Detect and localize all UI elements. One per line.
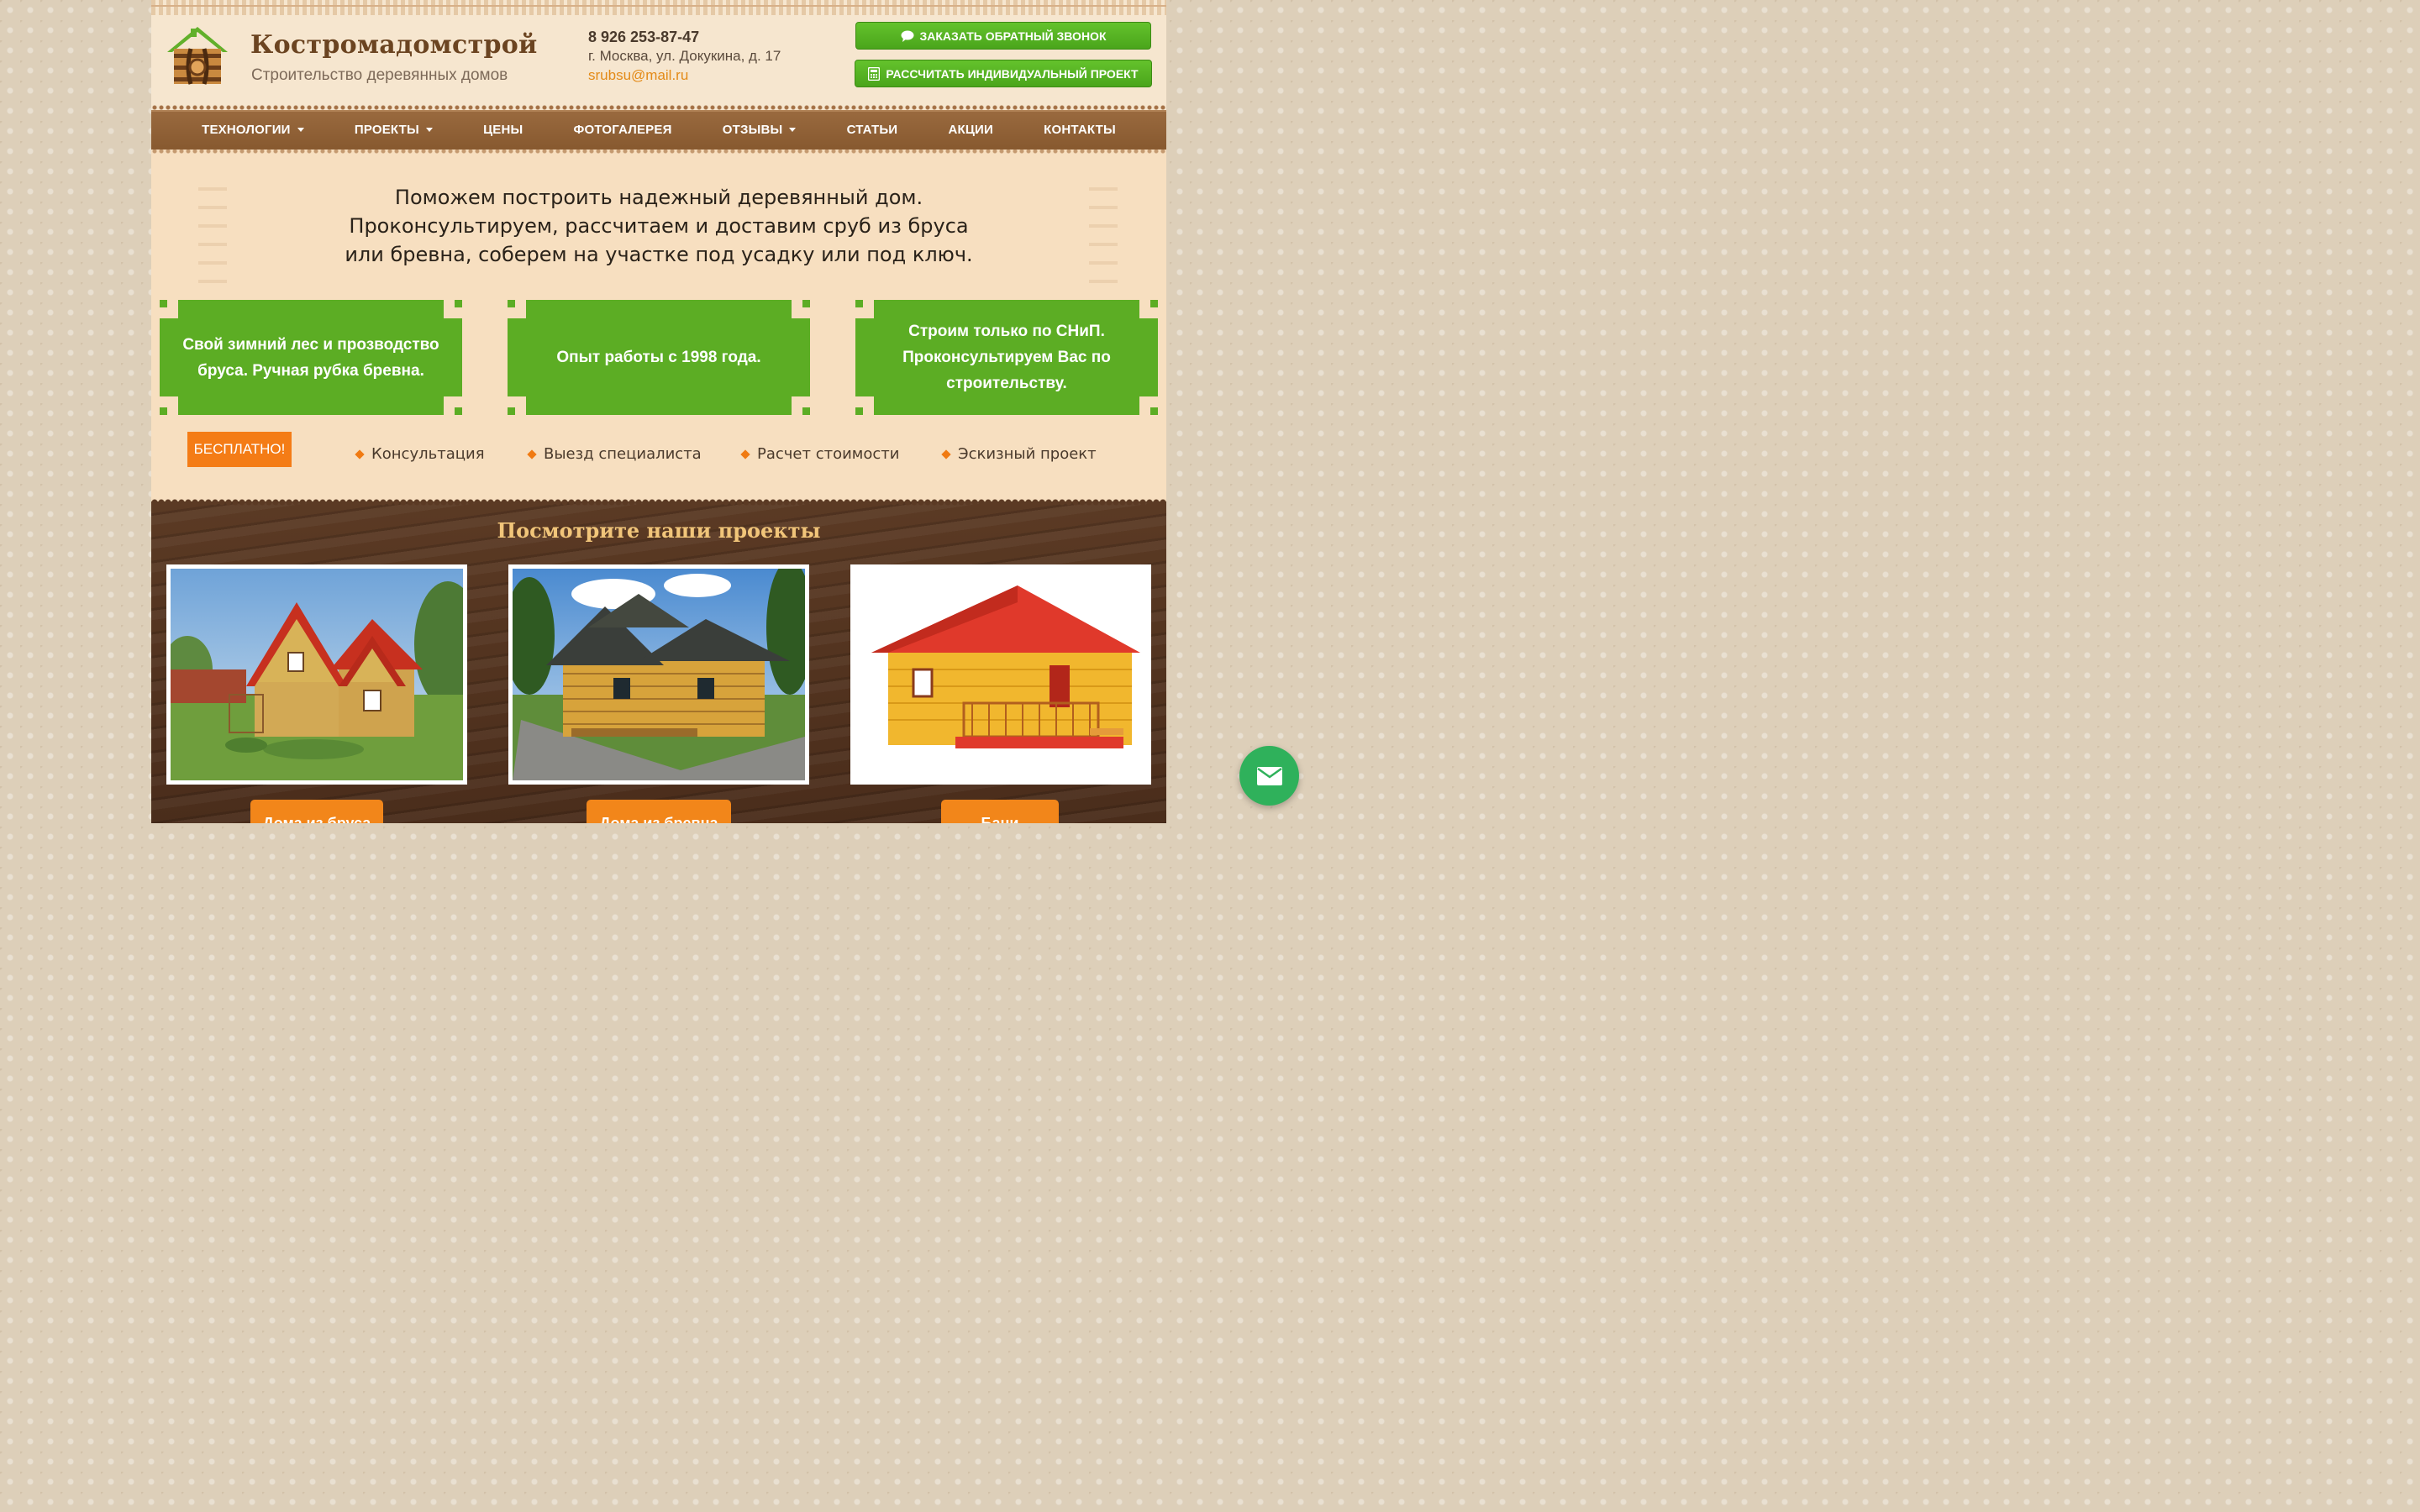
chevron-down-icon [789, 128, 797, 132]
site-container: Костромадомстрой Строительство деревянны… [151, 0, 1166, 823]
callback-button-label: ЗАКАЗАТЬ ОБРАТНЫЙ ЗВОНОК [919, 29, 1107, 43]
service-item: Выезд специалиста [527, 445, 702, 463]
callback-button[interactable]: ЗАКАЗАТЬ ОБРАТНЫЙ ЗВОНОК [855, 22, 1151, 50]
diamond-bullet-icon [355, 449, 365, 459]
feature-card: Свой зимний лес и прозводство бруса. Руч… [160, 300, 462, 415]
logo-house-icon [167, 27, 228, 85]
nav-item-gallery[interactable]: ФОТОГАЛЕРЕЯ [574, 123, 672, 137]
nav-item-label: ЦЕНЫ [483, 123, 523, 137]
timber-houses-button[interactable]: Дома из бруса [250, 800, 383, 823]
sauna-image [855, 569, 1147, 780]
project-card-timber[interactable] [166, 564, 467, 785]
hero-text: Поможем построить надежный деревянный до… [151, 183, 1166, 269]
nav-item-label: КОНТАКТЫ [1044, 123, 1116, 137]
project-card-log[interactable] [508, 564, 809, 785]
projects-title: Посмотрите наши проекты [497, 518, 821, 543]
diamond-bullet-icon [941, 449, 951, 459]
nav-item-articles[interactable]: СТАТЬИ [847, 123, 898, 137]
project-card-sauna[interactable] [850, 564, 1151, 785]
feature-text: Свой зимний лес и прозводство бруса. Руч… [182, 335, 439, 380]
nav-item-label: СТАТЬИ [846, 123, 898, 137]
nav-item-label: ФОТОГАЛЕРЕЯ [573, 123, 672, 137]
header: Костромадомстрой Строительство деревянны… [151, 0, 1166, 110]
feature-text: Строим только по СНиП. Проконсультируем … [902, 323, 1111, 392]
saunas-button[interactable]: Бани [941, 800, 1059, 823]
hero-line: или бревна, соберем на участке под усадк… [345, 243, 973, 266]
nav-item-label: ПРОЕКТЫ [354, 123, 419, 137]
chat-bubble-icon [901, 30, 914, 42]
diamond-bullet-icon [527, 449, 537, 459]
free-badge: БЕСПЛАТНО! [187, 432, 292, 467]
service-item: Консультация [355, 445, 485, 463]
main-nav: ТЕХНОЛОГИИ ПРОЕКТЫ ЦЕНЫ ФОТОГАЛЕРЕЯ ОТЗЫ… [151, 110, 1166, 150]
calculator-icon [868, 66, 881, 81]
header-ornament [151, 0, 1166, 15]
calculate-project-button-label: РАССЧИТАТЬ ИНДИВИДУАЛЬНЫЙ ПРОЕКТ [886, 66, 1139, 81]
hero-line: Проконсультируем, рассчитаем и доставим … [349, 214, 969, 238]
calculate-project-button[interactable]: РАССЧИТАТЬ ИНДИВИДУАЛЬНЫЙ ПРОЕКТ [855, 60, 1152, 87]
nav-item-technologies[interactable]: ТЕХНОЛОГИИ [202, 123, 304, 137]
email-link[interactable]: srubsu@mail.ru [588, 66, 781, 85]
nav-item-label: ТЕХНОЛОГИИ [202, 123, 291, 137]
address: г. Москва, ул. Докукина, д. 17 [588, 48, 781, 64]
timber-house-image [171, 569, 463, 780]
log-houses-button[interactable]: Дома из бревна [587, 800, 731, 823]
nav-item-projects[interactable]: ПРОЕКТЫ [355, 123, 433, 137]
nav-item-label: ОТЗЫВЫ [722, 123, 783, 137]
mail-icon [1256, 766, 1282, 785]
nav-item-promotions[interactable]: АКЦИИ [948, 123, 993, 137]
mail-widget-button[interactable] [1239, 746, 1299, 806]
chevron-down-icon [425, 128, 433, 132]
service-item: Эскизный проект [941, 445, 1097, 463]
hero-line: Поможем построить надежный деревянный до… [394, 186, 923, 209]
logo-name: Костромадомстрой [250, 30, 538, 60]
nav-item-reviews[interactable]: ОТЗЫВЫ [723, 123, 797, 137]
diamond-bullet-icon [740, 449, 750, 459]
logo[interactable]: Костромадомстрой Строительство деревянны… [166, 25, 537, 88]
feature-card: Опыт работы с 1998 года. [508, 300, 810, 415]
phone-number[interactable]: 8 926 253-87-47 [588, 28, 781, 46]
nav-ornament-bottom [151, 150, 1166, 156]
nav-item-contacts[interactable]: КОНТАКТЫ [1044, 123, 1116, 137]
chevron-down-icon [297, 128, 304, 132]
service-item: Расчет стоимости [740, 445, 899, 463]
log-house-image [513, 569, 805, 780]
feature-text: Опыт работы с 1998 года. [556, 349, 761, 366]
feature-card: Строим только по СНиП. Проконсультируем … [855, 300, 1158, 415]
contacts: 8 926 253-87-47 г. Москва, ул. Докукина,… [588, 28, 781, 85]
nav-item-prices[interactable]: ЦЕНЫ [483, 123, 523, 137]
logo-tagline: Строительство деревянных домов [251, 66, 508, 84]
nav-item-label: АКЦИИ [948, 123, 993, 137]
